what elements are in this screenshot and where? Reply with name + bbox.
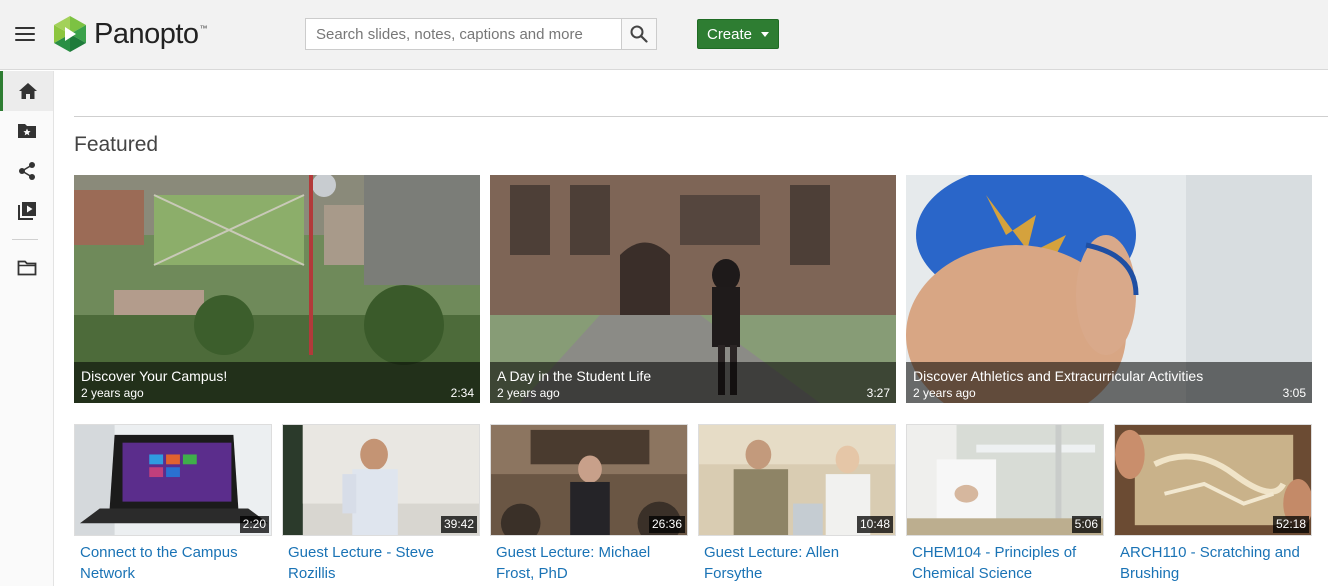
sidebar-item-shared[interactable] xyxy=(0,151,53,191)
video-thumbnail[interactable]: 10:48 xyxy=(698,424,896,536)
video-title-line: Guest Lecture - Steve xyxy=(288,544,434,561)
video-duration-badge: 52:18 xyxy=(1272,516,1309,533)
video-duration-badge: 39:42 xyxy=(440,516,477,533)
video-title-link[interactable]: Connect to the Campus Network xyxy=(80,542,238,584)
video-thumbnail[interactable]: 2:20 xyxy=(74,424,272,536)
hamburger-menu-icon[interactable] xyxy=(15,27,35,43)
logo-text: Panopto xyxy=(94,17,199,50)
video-title-link[interactable]: Guest Lecture - Steve Rozillis xyxy=(288,542,434,584)
video-duration: 3:05 xyxy=(1282,386,1306,400)
video-caption: A Day in the Student Life 2 years ago 3:… xyxy=(490,362,896,403)
video-title-line: Network xyxy=(80,565,136,582)
video-date: 2 years ago xyxy=(81,386,144,400)
video-title: Discover Your Campus! xyxy=(81,368,228,384)
top-header: Panopto ™ Create xyxy=(0,0,1328,70)
video-title-line: Forsythe xyxy=(704,565,763,582)
video-title: A Day in the Student Life xyxy=(497,368,652,384)
video-title-line: Frost, PhD xyxy=(496,565,568,582)
video-caption: Discover Athletics and Extracurricular A… xyxy=(906,362,1312,403)
sidebar-item-folders[interactable] xyxy=(0,248,53,288)
sidebar-divider xyxy=(12,239,38,240)
video-duration-badge: 5:06 xyxy=(1071,516,1101,533)
video-title-line: Brushing xyxy=(1120,565,1180,582)
video-title-link[interactable]: Guest Lecture: Allen Forsythe xyxy=(704,542,839,584)
share-icon xyxy=(18,162,35,180)
video-duration-badge: 10:48 xyxy=(856,516,893,533)
video-title-line: ARCH110 - Scratching and xyxy=(1120,544,1300,561)
video-thumbnail[interactable]: 26:36 xyxy=(490,424,688,536)
video-title-link[interactable]: Guest Lecture: Michael Frost, PhD xyxy=(496,542,650,584)
video-caption: Discover Your Campus! 2 years ago 2:34 xyxy=(74,362,480,403)
featured-video-tile[interactable]: A Day in the Student Life 2 years ago 3:… xyxy=(490,175,896,403)
panopto-logo[interactable]: Panopto ™ xyxy=(52,14,208,54)
video-thumbnail[interactable]: 39:42 xyxy=(282,424,480,536)
video-title: Discover Athletics and Extracurricular A… xyxy=(913,368,1204,384)
video-title-line: Chemical Science xyxy=(912,565,1033,582)
content-divider xyxy=(74,116,1328,117)
video-title-link[interactable]: CHEM104 - Principles of Chemical Science xyxy=(912,542,1076,584)
featured-video-tile[interactable]: Discover Athletics and Extracurricular A… xyxy=(906,175,1312,403)
video-title-line: Connect to the Campus xyxy=(80,544,238,561)
video-title-link[interactable]: ARCH110 - Scratching and Brushing xyxy=(1120,542,1300,584)
video-title-line: Guest Lecture: Allen xyxy=(704,544,840,561)
video-title-line: Rozillis xyxy=(288,565,336,582)
search-icon xyxy=(630,25,648,43)
sidebar-item-home[interactable] xyxy=(0,71,53,111)
create-button-label: Create xyxy=(706,25,753,43)
starred-folder-icon xyxy=(17,124,36,138)
video-date: 2 years ago xyxy=(497,386,560,400)
sidebar-item-bookmarks[interactable] xyxy=(0,111,53,151)
left-sidebar xyxy=(0,71,54,586)
video-duration-badge: 2:20 xyxy=(239,516,269,533)
video-title-line: CHEM104 - Principles of xyxy=(912,544,1077,561)
video-thumbnail[interactable]: 52:18 xyxy=(1114,424,1312,536)
sidebar-item-playlists[interactable] xyxy=(0,191,53,231)
logo-trademark: ™ xyxy=(199,23,208,33)
search-button[interactable] xyxy=(621,18,657,50)
featured-heading: Featured xyxy=(74,133,159,156)
panopto-logo-icon xyxy=(54,16,86,52)
playlist-icon xyxy=(17,202,36,220)
search-bar xyxy=(305,18,657,50)
video-duration: 2:34 xyxy=(450,386,474,400)
create-button[interactable]: Create xyxy=(697,19,779,49)
featured-video-tile[interactable]: Discover Your Campus! 2 years ago 2:34 xyxy=(74,175,480,403)
video-date: 2 years ago xyxy=(913,386,976,400)
video-duration-badge: 26:36 xyxy=(648,516,685,533)
video-duration: 3:27 xyxy=(866,386,890,400)
video-thumbnail[interactable]: 5:06 xyxy=(906,424,1104,536)
video-title-line: Guest Lecture: Michael xyxy=(496,544,651,561)
folder-icon xyxy=(17,260,36,276)
home-icon xyxy=(19,83,37,99)
search-input[interactable] xyxy=(305,18,621,50)
chevron-down-icon xyxy=(761,32,770,37)
